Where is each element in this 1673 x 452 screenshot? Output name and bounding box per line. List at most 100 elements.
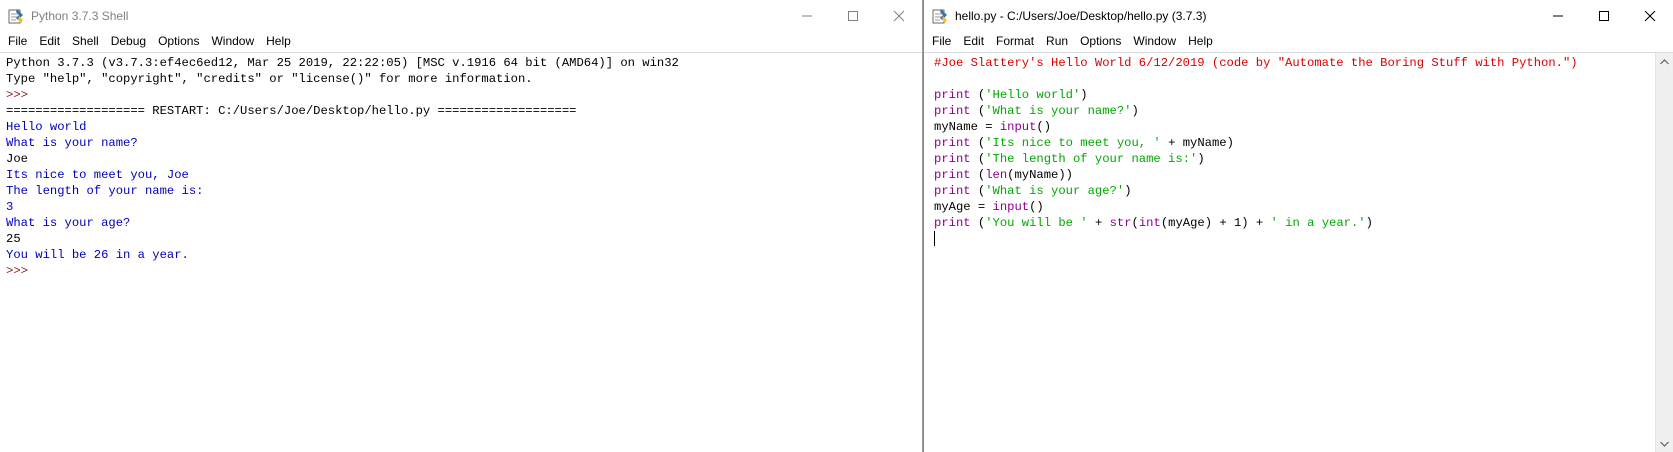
shell-token: 25 (6, 232, 21, 246)
editor-code-area[interactable]: #Joe Slattery's Hello World 6/12/2019 (c… (924, 52, 1673, 452)
shell-line: 3 (6, 199, 904, 215)
editor-token: print (934, 168, 971, 182)
editor-token: (myAge) + 1) + (1160, 216, 1271, 230)
shell-close-button[interactable] (876, 0, 922, 31)
editor-token: ) (1080, 88, 1088, 102)
editor-window-title: hello.py - C:/Users/Joe/Desktop/hello.py… (955, 8, 1207, 23)
shell-output-area[interactable]: Python 3.7.3 (v3.7.3:ef4ec6ed12, Mar 25 … (0, 52, 922, 452)
shell-line: Python 3.7.3 (v3.7.3:ef4ec6ed12, Mar 25 … (6, 55, 904, 71)
editor-minimize-button[interactable] (1535, 0, 1581, 31)
shell-titlebar[interactable]: Python 3.7.3 Shell (0, 0, 922, 31)
editor-window[interactable]: hello.py - C:/Users/Joe/Desktop/hello.py… (924, 0, 1673, 452)
editor-line: myAge = input() (934, 199, 1655, 215)
editor-token: print (934, 88, 971, 102)
shell-line: The length of your name is: (6, 183, 904, 199)
shell-line: What is your name? (6, 135, 904, 151)
editor-line: print ('What is your name?') (934, 103, 1655, 119)
chevron-up-icon (1660, 58, 1669, 64)
shell-token: You will be 26 in a year. (6, 248, 189, 262)
shell-token: What is your name? (6, 136, 138, 150)
shell-window-title: Python 3.7.3 Shell (31, 8, 129, 23)
shell-menu-help[interactable]: Help (260, 34, 297, 48)
shell-token: 3 (6, 200, 14, 214)
editor-line (934, 231, 1655, 247)
editor-token: print (934, 216, 971, 230)
shell-menu-shell[interactable]: Shell (66, 34, 105, 48)
idle-python-icon (7, 7, 25, 25)
editor-caption-buttons (1535, 0, 1673, 31)
editor-token: ) (1365, 216, 1373, 230)
shell-token: Its nice to meet you, Joe (6, 168, 189, 182)
editor-titlebar[interactable]: hello.py - C:/Users/Joe/Desktop/hello.py… (924, 0, 1673, 31)
shell-line: 25 (6, 231, 904, 247)
desktop: Python 3.7.3 Shell File Edit Shell Debug Opt… (0, 0, 1673, 452)
editor-token: ) (1124, 184, 1132, 198)
close-icon (1644, 10, 1656, 21)
editor-token: print (934, 104, 971, 118)
shell-line: >>> (6, 263, 904, 279)
shell-line: Joe (6, 151, 904, 167)
editor-line: print ('Its nice to meet you, ' + myName… (934, 135, 1655, 151)
idle-python-icon (931, 7, 949, 25)
editor-menubar: File Edit Format Run Options Window Help (924, 31, 1673, 51)
editor-token: ( (970, 136, 986, 150)
scroll-up-button[interactable] (1656, 53, 1673, 70)
shell-line: =================== RESTART: C:/Users/Jo… (6, 103, 904, 119)
shell-text[interactable]: Python 3.7.3 (v3.7.3:ef4ec6ed12, Mar 25 … (6, 55, 904, 279)
editor-line: print ('Hello world') (934, 87, 1655, 103)
editor-line: print ('The length of your name is:') (934, 151, 1655, 167)
editor-token: myAge = (934, 200, 993, 214)
editor-maximize-button[interactable] (1581, 0, 1627, 31)
shell-menu-debug[interactable]: Debug (105, 34, 152, 48)
editor-menu-help[interactable]: Help (1182, 34, 1219, 48)
editor-token: + myName) (1160, 136, 1234, 150)
editor-text[interactable]: #Joe Slattery's Hello World 6/12/2019 (c… (934, 55, 1655, 247)
editor-token: #Joe Slattery's Hello World 6/12/2019 (c… (934, 56, 1578, 70)
editor-menu-file[interactable]: File (926, 34, 957, 48)
shell-menu-options[interactable]: Options (152, 34, 205, 48)
editor-token: ( (970, 104, 986, 118)
shell-menu-edit[interactable]: Edit (33, 34, 66, 48)
shell-token: Type "help", "copyright", "credits" or "… (6, 72, 533, 86)
shell-maximize-button[interactable] (830, 0, 876, 31)
editor-line: print ('You will be ' + str(int(myAge) +… (934, 215, 1655, 231)
scroll-down-button[interactable] (1656, 435, 1673, 452)
shell-token: >>> (6, 264, 36, 278)
shell-menu-file[interactable]: File (2, 34, 33, 48)
editor-token: 'What is your name?' (985, 104, 1132, 118)
editor-menu-options[interactable]: Options (1074, 34, 1127, 48)
shell-menu-window[interactable]: Window (205, 34, 260, 48)
editor-close-button[interactable] (1627, 0, 1673, 31)
python-shell-window[interactable]: Python 3.7.3 Shell File Edit Shell Debug Opt… (0, 0, 923, 452)
shell-minimize-button[interactable] (784, 0, 830, 31)
editor-token: () (1029, 200, 1044, 214)
editor-token: print (934, 152, 971, 166)
shell-line: Type "help", "copyright", "credits" or "… (6, 71, 904, 87)
maximize-icon (1599, 10, 1609, 21)
text-cursor (934, 231, 935, 246)
editor-token: ' in a year.' (1270, 216, 1366, 230)
editor-menu-run[interactable]: Run (1040, 34, 1074, 48)
chevron-down-icon (1660, 441, 1669, 447)
shell-line: >>> (6, 87, 904, 103)
editor-vertical-scrollbar[interactable] (1655, 53, 1673, 452)
editor-token: + (1087, 216, 1110, 230)
scroll-track[interactable] (1656, 70, 1673, 435)
editor-token: input (992, 200, 1030, 214)
shell-line: What is your age? (6, 215, 904, 231)
editor-token: ( (970, 168, 986, 182)
editor-token: len (985, 168, 1008, 182)
editor-menu-window[interactable]: Window (1127, 34, 1182, 48)
editor-line: myName = input() (934, 119, 1655, 135)
shell-line: Its nice to meet you, Joe (6, 167, 904, 183)
editor-line: print (len(myName)) (934, 167, 1655, 183)
shell-caption-buttons (784, 0, 922, 31)
editor-token: ( (970, 216, 986, 230)
editor-token: (myName)) (1007, 168, 1073, 182)
shell-token: Joe (6, 152, 28, 166)
editor-menu-edit[interactable]: Edit (957, 34, 990, 48)
editor-token: 'You will be ' (985, 216, 1088, 230)
editor-token: ( (970, 88, 986, 102)
editor-menu-format[interactable]: Format (990, 34, 1040, 48)
editor-token: () (1036, 120, 1052, 134)
